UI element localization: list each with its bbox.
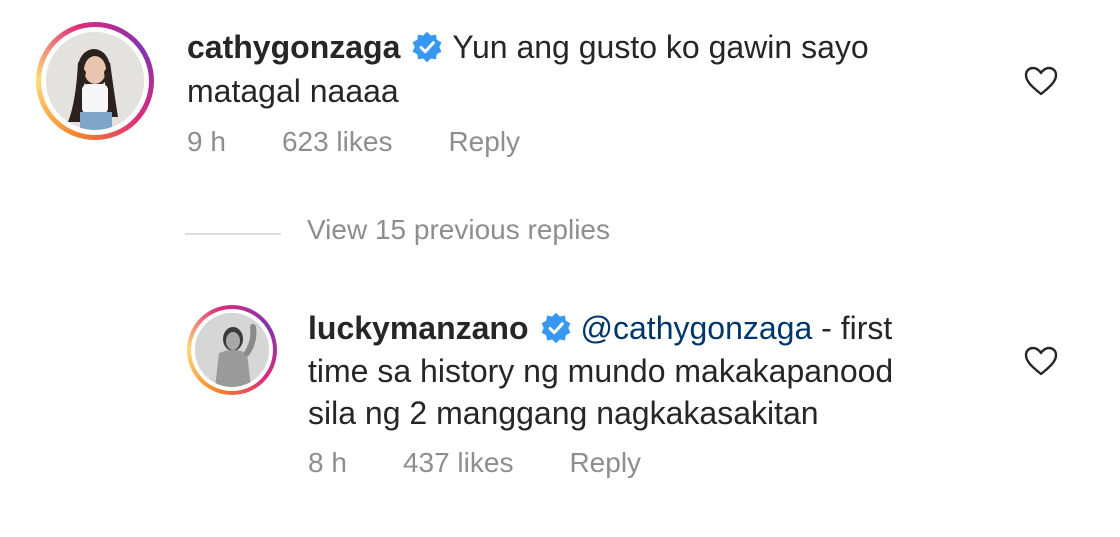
verified-badge-icon	[412, 31, 442, 62]
comment-meta: 9 h 623 likes Reply	[187, 126, 576, 158]
comment-meta: 8 h 437 likes Reply	[308, 447, 697, 479]
comment-text: sila ng 2 manggang nagkakasakitan	[308, 395, 819, 431]
comment-text: - first	[812, 310, 893, 346]
avatar-luckymanzano[interactable]	[187, 305, 277, 395]
comment-text: matagal naaaa	[187, 73, 399, 109]
comment-line-1: luckymanzano @cathygonzaga - first	[308, 307, 892, 351]
reply-button[interactable]: Reply	[448, 126, 520, 157]
comment-text: Yun ang gusto ko gawin sayo	[452, 29, 869, 65]
comment-line-2: matagal naaaa	[187, 70, 399, 112]
avatar-photo	[195, 313, 269, 387]
timestamp: 8 h	[308, 447, 347, 478]
timestamp: 9 h	[187, 126, 226, 157]
likes-count[interactable]: 623 likes	[282, 126, 393, 157]
username-luckymanzano[interactable]: luckymanzano	[308, 310, 529, 346]
comment-line-1: cathygonzaga Yun ang gusto ko gawin sayo	[187, 26, 869, 70]
comment-line-3: sila ng 2 manggang nagkakasakitan	[308, 392, 819, 434]
replies-divider	[185, 233, 281, 235]
likes-count[interactable]: 437 likes	[403, 447, 514, 478]
avatar-cathygonzaga[interactable]	[36, 22, 154, 140]
comment-text: time sa history ng mundo makakapanood	[308, 353, 894, 389]
heart-icon[interactable]	[1023, 345, 1059, 377]
comment-line-2: time sa history ng mundo makakapanood	[308, 350, 893, 392]
avatar-photo	[46, 32, 144, 130]
username-cathygonzaga[interactable]: cathygonzaga	[187, 29, 400, 65]
view-previous-replies-button[interactable]: View 15 previous replies	[307, 214, 610, 246]
verified-badge-icon	[541, 312, 570, 343]
heart-icon[interactable]	[1023, 65, 1059, 97]
reply-button[interactable]: Reply	[569, 447, 641, 478]
mention-link[interactable]: @cathygonzaga	[581, 310, 813, 346]
